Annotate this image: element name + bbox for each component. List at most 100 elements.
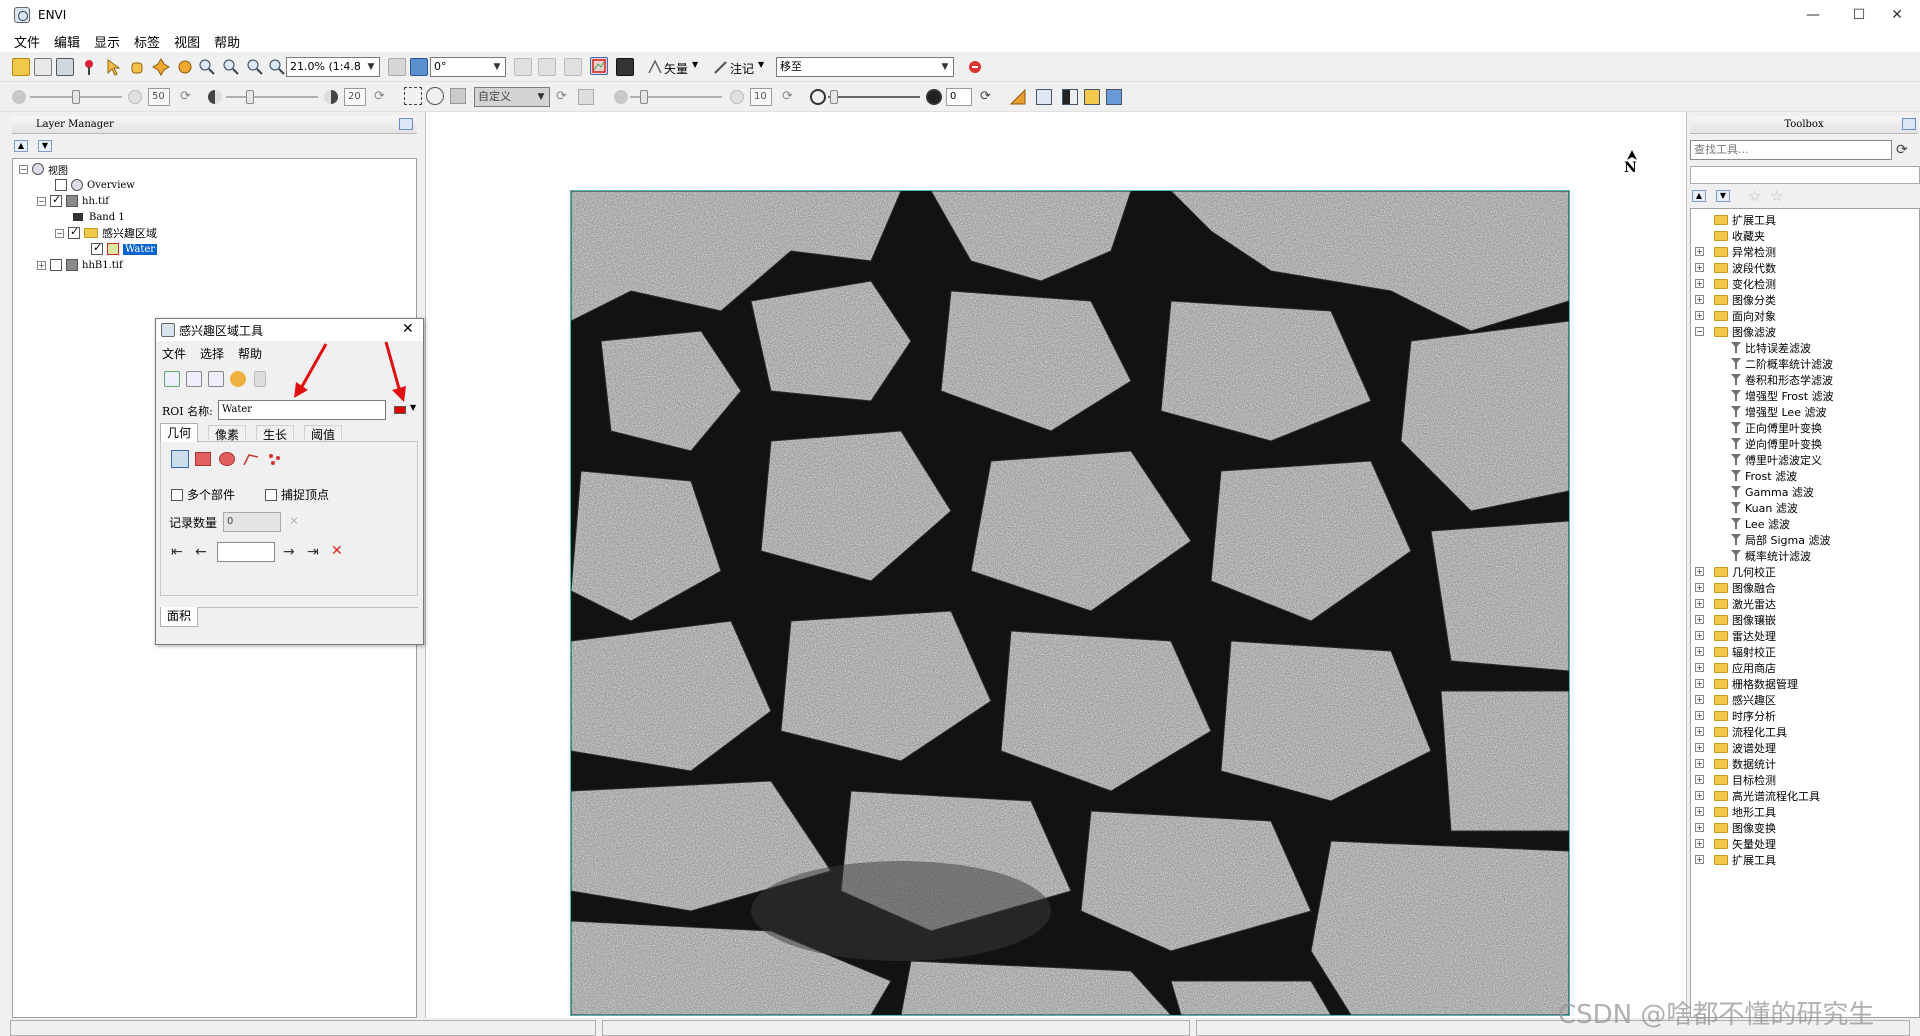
layer-icon[interactable] [1036,89,1052,105]
toolbox-folder-item[interactable]: + 高光谱流程化工具 [1695,789,1820,803]
crop-icon[interactable] [56,58,74,76]
tab-geometry[interactable]: 几何 [160,423,199,442]
refresh-icon[interactable]: ⟳ [782,90,796,104]
toolbox-tool-item[interactable]: Lee 滤波 [1731,517,1790,531]
toolbox-folder-item[interactable]: + 波谱处理 [1695,741,1776,755]
star-remove-icon[interactable]: ☆ [1770,187,1783,205]
sharpen-slider-handle[interactable] [640,90,648,104]
expand-icon[interactable]: + [1695,759,1704,768]
tree-item-hhb1-tif[interactable]: + hhB1.tif [37,257,123,273]
toolbox-folder-item[interactable]: + 图像融合 [1695,581,1776,595]
tab-grow[interactable]: 生长 [256,425,295,443]
toolbox-folder-item[interactable]: + 辐射校正 [1695,645,1776,659]
tree-item-view[interactable]: − 视图 [19,161,68,177]
toolbox-folder-item[interactable]: + 矢量处理 [1695,837,1776,851]
toolbox-folder-item[interactable]: + 变化检测 [1695,277,1776,291]
rectangle-draw-icon[interactable] [195,452,211,466]
toolbox-folder-item[interactable]: + 几何校正 [1695,565,1776,579]
toolbox-folder-item[interactable]: +扩展工具 [1695,213,1776,227]
annotation-menu[interactable]: 注记 [730,60,754,77]
expand-icon[interactable]: + [1695,247,1704,256]
roi-stats-icon[interactable] [230,371,246,387]
menu-view[interactable]: 视图 [174,32,200,51]
pin-panel-icon[interactable] [399,118,413,130]
next-record-icon[interactable]: → [283,544,295,560]
roi-color-swatch[interactable] [394,406,406,414]
rotation-combo[interactable]: 0° ▼ [430,57,506,77]
rotate-icon[interactable] [176,58,194,76]
menu-label[interactable]: 标签 [134,32,160,51]
toolbox-tool-item[interactable]: 二阶概率统计滤波 [1731,357,1833,371]
tree-item-hh-tif[interactable]: − hh.tif [37,193,109,209]
water-checkbox[interactable] [91,241,103,255]
toolbox-tool-item[interactable]: 局部 Sigma 滤波 [1731,533,1830,547]
open-icon[interactable] [12,58,30,76]
toolbox-folder-item[interactable]: + 目标检测 [1695,773,1776,787]
select-arrow-icon[interactable] [104,58,122,76]
blend-icon[interactable] [1062,89,1078,105]
star-icon[interactable]: ☆ [1748,187,1761,205]
toolbox-folder-item[interactable]: +收藏夹 [1695,229,1765,243]
toolbox-folder-item[interactable]: +扩展工具 [1695,853,1776,867]
clear-records-icon[interactable]: ✕ [289,514,305,530]
toolbox-tool-item[interactable]: Frost 滤波 [1731,469,1797,483]
toolbox-folder-item[interactable]: + 激光雷达 [1695,597,1776,611]
toolbox-tool-item[interactable]: 傅里叶滤波定义 [1731,453,1822,467]
expand-all-icon[interactable]: ▼ [1716,190,1730,202]
data-manager-icon[interactable] [34,58,52,76]
expand-icon[interactable]: + [1695,663,1704,672]
pin-icon[interactable] [80,58,98,76]
toolbox-folder-item[interactable]: + 面向对象 [1695,309,1776,323]
vector-icon[interactable] [646,58,664,76]
polygon-draw-icon[interactable] [171,450,189,468]
spectral-icon[interactable] [564,58,582,76]
contrast-slider-handle[interactable] [246,90,254,104]
expand-icon[interactable]: + [1695,775,1704,784]
toolbox-tool-item[interactable]: 增强型 Frost 滤波 [1731,389,1834,403]
first-record-icon[interactable]: ⇤ [171,544,183,560]
toolbox-folder-item[interactable]: + 波段代数 [1695,261,1776,275]
expand-all-icon[interactable]: ▼ [38,140,52,152]
stretch-options-icon[interactable] [578,89,594,105]
toolbox-folder-item[interactable]: + 图像变换 [1695,821,1776,835]
expand-icon[interactable]: + [1695,615,1704,624]
ruler-icon[interactable] [1009,88,1026,105]
collapse-all-icon[interactable]: ▲ [14,140,28,152]
expand-icon[interactable]: + [1695,743,1704,752]
record-count-input[interactable]: 0 [223,512,281,532]
collapse-icon[interactable]: − [37,196,46,206]
prev-record-icon[interactable]: ← [195,544,207,560]
multi-part-checkbox[interactable] [171,488,183,501]
expand-icon[interactable]: + [1695,631,1704,640]
refresh-icon[interactable]: ⟳ [180,90,194,104]
expand-icon[interactable]: + [1695,839,1704,848]
pin-panel-icon[interactable] [1902,118,1916,130]
expand-icon[interactable]: + [1695,311,1704,320]
tab-area[interactable]: 面积 [160,607,199,627]
toolbox-folder-item[interactable]: + 数据统计 [1695,757,1776,771]
new-roi-icon[interactable] [164,371,180,387]
toolbox-tool-item[interactable]: 增强型 Lee 滤波 [1731,405,1826,419]
sar-image[interactable] [570,190,1570,1016]
roi-menu-help[interactable]: 帮助 [238,345,262,362]
stretch-combo[interactable]: 自定义 ▼ [474,87,550,107]
expand-icon[interactable]: + [1695,727,1704,736]
flicker-icon[interactable] [1084,89,1100,105]
expand-icon[interactable]: + [1695,807,1704,816]
hhb1-checkbox[interactable] [50,259,62,271]
transparency-slider-track[interactable] [828,96,920,98]
expand-icon[interactable]: + [1695,647,1704,656]
expand-icon[interactable]: + [1695,583,1704,592]
brightness-slider-handle[interactable] [72,90,80,104]
contrast-slider-track[interactable] [226,96,318,98]
tree-item-band1[interactable]: Band 1 [73,209,125,225]
expand-icon[interactable]: + [1695,855,1704,864]
toolbox-folder-item[interactable]: + 图像分类 [1695,293,1776,307]
toolbox-folder-item[interactable]: + 雷达处理 [1695,629,1776,643]
cursor-mode-combo[interactable]: 移至 ▼ [776,57,954,77]
delete-roi-icon[interactable] [186,371,202,387]
stop-icon[interactable] [966,58,984,76]
histogram-icon[interactable] [514,58,532,76]
zoom-out-icon[interactable] [246,58,264,76]
multi-part-option[interactable]: 多个部件 [171,486,235,503]
